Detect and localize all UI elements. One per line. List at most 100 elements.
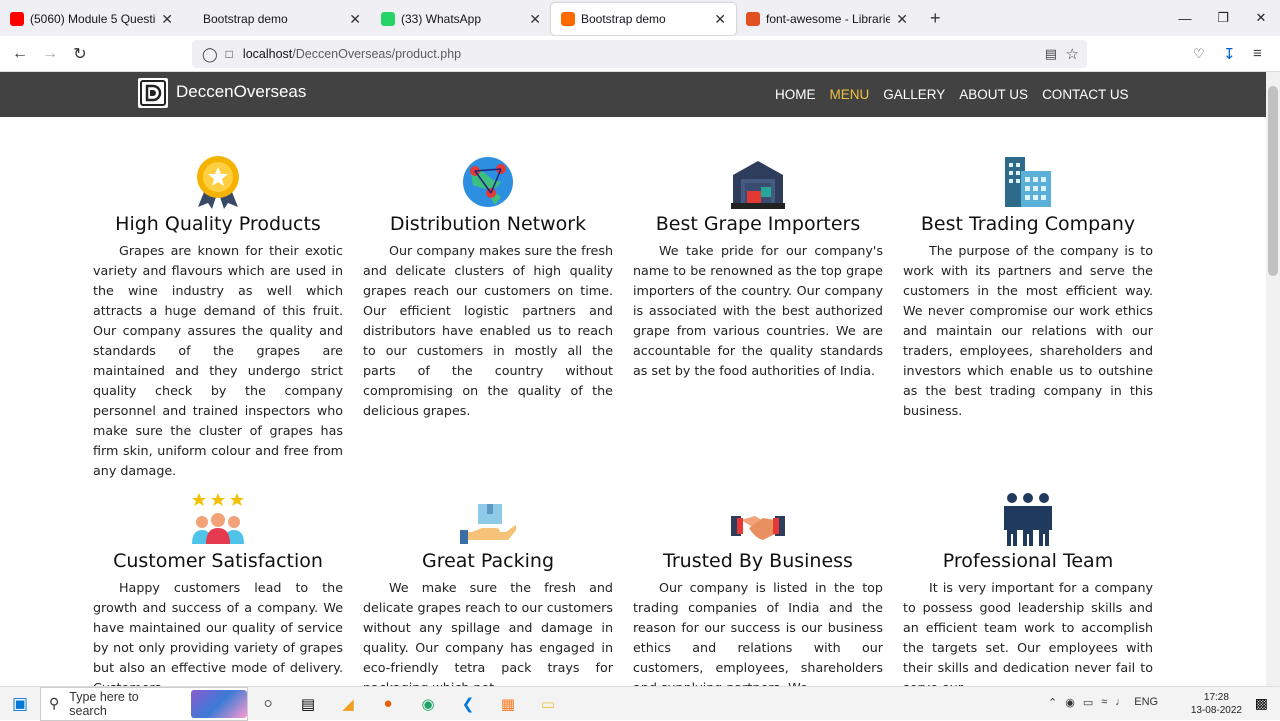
tab-favicon-icon — [746, 12, 760, 26]
firefox-icon[interactable]: ● — [368, 695, 408, 712]
nav-link-menu[interactable]: MENU — [830, 87, 870, 102]
notifications-icon[interactable]: ▩ — [1255, 695, 1268, 712]
bookmark-star-icon[interactable]: ☆ — [1066, 45, 1079, 63]
tab-favicon-icon — [10, 12, 24, 26]
chevron-up-icon[interactable]: ⌃ — [1048, 696, 1057, 709]
back-button[interactable]: ← — [5, 45, 35, 63]
reader-view-icon[interactable]: ▤ — [1045, 46, 1057, 62]
tab-title: (5060) Module 5 Question - Pali — [30, 12, 156, 26]
feature-description: Our company makes sure the fresh and del… — [363, 243, 613, 418]
tab-close-icon[interactable]: ✕ — [349, 11, 361, 28]
language-indicator[interactable]: ENG — [1134, 696, 1158, 709]
feature-card: Distribution Network Our company makes su… — [363, 155, 613, 421]
feature-card: Trusted By Business Our company is listed… — [633, 492, 883, 698]
nav-link-contact-us[interactable]: CONTACT US — [1042, 87, 1129, 102]
globe-network-icon — [363, 155, 613, 209]
chrome-icon[interactable]: ◉ — [408, 695, 448, 713]
browser-tab[interactable]: (33) WhatsApp ✕ — [371, 3, 551, 35]
download-icon[interactable]: ↧ — [1223, 45, 1236, 63]
forward-button[interactable]: → — [35, 45, 65, 63]
page-info-icon[interactable]: □ — [226, 47, 233, 61]
system-tray: ⌃ ◉ ▭ ≈ ♩ ENG — [1048, 696, 1158, 709]
nav-link-gallery[interactable]: GALLERY — [883, 87, 945, 102]
sublime-text-icon[interactable]: ◢ — [328, 695, 368, 713]
team-icon — [903, 492, 1153, 546]
tab-close-icon[interactable]: ✕ — [896, 11, 908, 28]
taskbar-search[interactable]: ⚲ Type here to search — [40, 686, 248, 721]
window-controls: — ❐ ✕ — [1166, 0, 1280, 36]
browser-tab[interactable]: Bootstrap demo ✕ — [183, 3, 371, 35]
main-menu: HOME MENU GALLERY ABOUT US CONTACT US — [775, 87, 1129, 102]
close-window-button[interactable]: ✕ — [1242, 10, 1280, 26]
package-hand-icon — [363, 492, 613, 546]
feature-description: The purpose of the company is to work wi… — [903, 243, 1153, 418]
brand-name[interactable]: DeccenOverseas — [176, 82, 306, 102]
handshake-icon — [633, 492, 883, 546]
warehouse-icon — [633, 155, 883, 209]
reload-button[interactable]: ↻ — [65, 44, 95, 64]
pocket-icon[interactable]: ♡ — [1193, 46, 1205, 62]
tab-close-icon[interactable]: ✕ — [529, 11, 541, 28]
menu-hamburger-icon[interactable]: ≡ — [1253, 45, 1262, 62]
windows-taskbar: ▣ ⚲ Type here to search ○ ▤ ◢ ● ◉ ❮ ▦ ▭ … — [0, 686, 1280, 721]
nav-link-home[interactable]: HOME — [775, 87, 816, 102]
nav-link-about-us[interactable]: ABOUT US — [959, 87, 1028, 102]
award-medal-icon — [93, 155, 343, 209]
feature-description: Happy customers lead to the growth and s… — [93, 580, 343, 695]
page-scrollbar[interactable] — [1266, 72, 1280, 686]
feature-title: Great Packing — [421, 550, 555, 572]
battery-icon[interactable]: ▭ — [1083, 696, 1093, 709]
browser-tab[interactable]: font-awesome - Libraries - cdnj ✕ — [736, 3, 918, 35]
feature-card: Customer Satisfaction Happy customers lea… — [93, 492, 343, 698]
search-icon: ⚲ — [49, 695, 60, 711]
antivirus-icon[interactable]: ◉ — [1065, 696, 1075, 709]
shield-icon[interactable]: ◯ — [202, 46, 218, 63]
xampp-icon[interactable]: ▦ — [488, 695, 528, 713]
feature-title: Best Grape Importers — [655, 213, 861, 235]
windows-start-icon[interactable]: ▣ — [0, 694, 40, 714]
feature-title: Professional Team — [942, 550, 1114, 572]
feature-card: Great Packing We make sure the fresh and … — [363, 492, 613, 698]
vscode-icon[interactable]: ❮ — [448, 695, 488, 713]
restore-button[interactable]: ❐ — [1204, 10, 1242, 26]
feature-description: Grapes are known for their exotic variet… — [93, 243, 343, 478]
feature-description: Our company is listed in the top trading… — [633, 580, 883, 695]
feature-title: Distribution Network — [389, 213, 587, 235]
tab-title: Bootstrap demo — [581, 12, 666, 26]
wifi-icon[interactable]: ≈ — [1101, 696, 1107, 709]
volume-icon[interactable]: ♩ — [1115, 696, 1126, 709]
search-placeholder: Type here to search — [69, 689, 139, 718]
task-view-icon[interactable]: ▤ — [288, 695, 328, 713]
tab-close-icon[interactable]: ✕ — [714, 11, 726, 28]
browser-tab-strip: (5060) Module 5 Question - Pali✕Bootstra… — [0, 0, 1280, 36]
clock[interactable]: 17:28 13-08-2022 — [1191, 691, 1242, 717]
scrollbar-thumb[interactable] — [1268, 86, 1278, 276]
cortana-icon[interactable]: ○ — [248, 695, 288, 712]
tab-favicon-icon — [561, 12, 575, 26]
clock-time: 17:28 — [1203, 692, 1229, 703]
feature-card: High Quality Products Grapes are known fo… — [93, 155, 343, 481]
url-host: localhost — [242, 47, 293, 61]
search-highlight-image — [190, 689, 247, 718]
address-bar[interactable]: ◯ □ localhost/DeccenOverseas/product.php… — [192, 40, 1087, 68]
browser-tab[interactable]: (5060) Module 5 Question - Pali ✕ — [0, 3, 183, 35]
minimize-button[interactable]: — — [1166, 11, 1204, 26]
feature-description: It is very important for a company to po… — [903, 580, 1153, 695]
feature-title: High Quality Products — [115, 213, 321, 235]
tab-title: (33) WhatsApp — [401, 12, 482, 26]
rated-customers-icon — [93, 492, 343, 546]
browser-toolbar: ← → ↻ ◯ □ localhost/DeccenOverseas/produ… — [0, 36, 1280, 72]
feature-title: Best Trading Company — [920, 213, 1136, 235]
brand-logo[interactable] — [138, 78, 168, 108]
site-navbar: DeccenOverseas HOME MENU GALLERY ABOUT US CO… — [0, 72, 1266, 117]
feature-card: Professional Team It is very important fo… — [903, 492, 1153, 698]
clock-date: 13-08-2022 — [1190, 705, 1242, 716]
browser-tab[interactable]: Bootstrap demo ✕ — [551, 3, 736, 35]
feature-description: We make sure the fresh and delicate grap… — [363, 580, 613, 695]
tab-favicon-icon — [193, 12, 197, 26]
new-tab-button[interactable]: + — [930, 8, 941, 29]
file-explorer-icon[interactable]: ▭ — [528, 695, 568, 713]
tab-title: font-awesome - Libraries - cdnj — [766, 12, 891, 26]
tab-close-icon[interactable]: ✕ — [161, 11, 173, 28]
tab-title: Bootstrap demo — [203, 12, 288, 26]
